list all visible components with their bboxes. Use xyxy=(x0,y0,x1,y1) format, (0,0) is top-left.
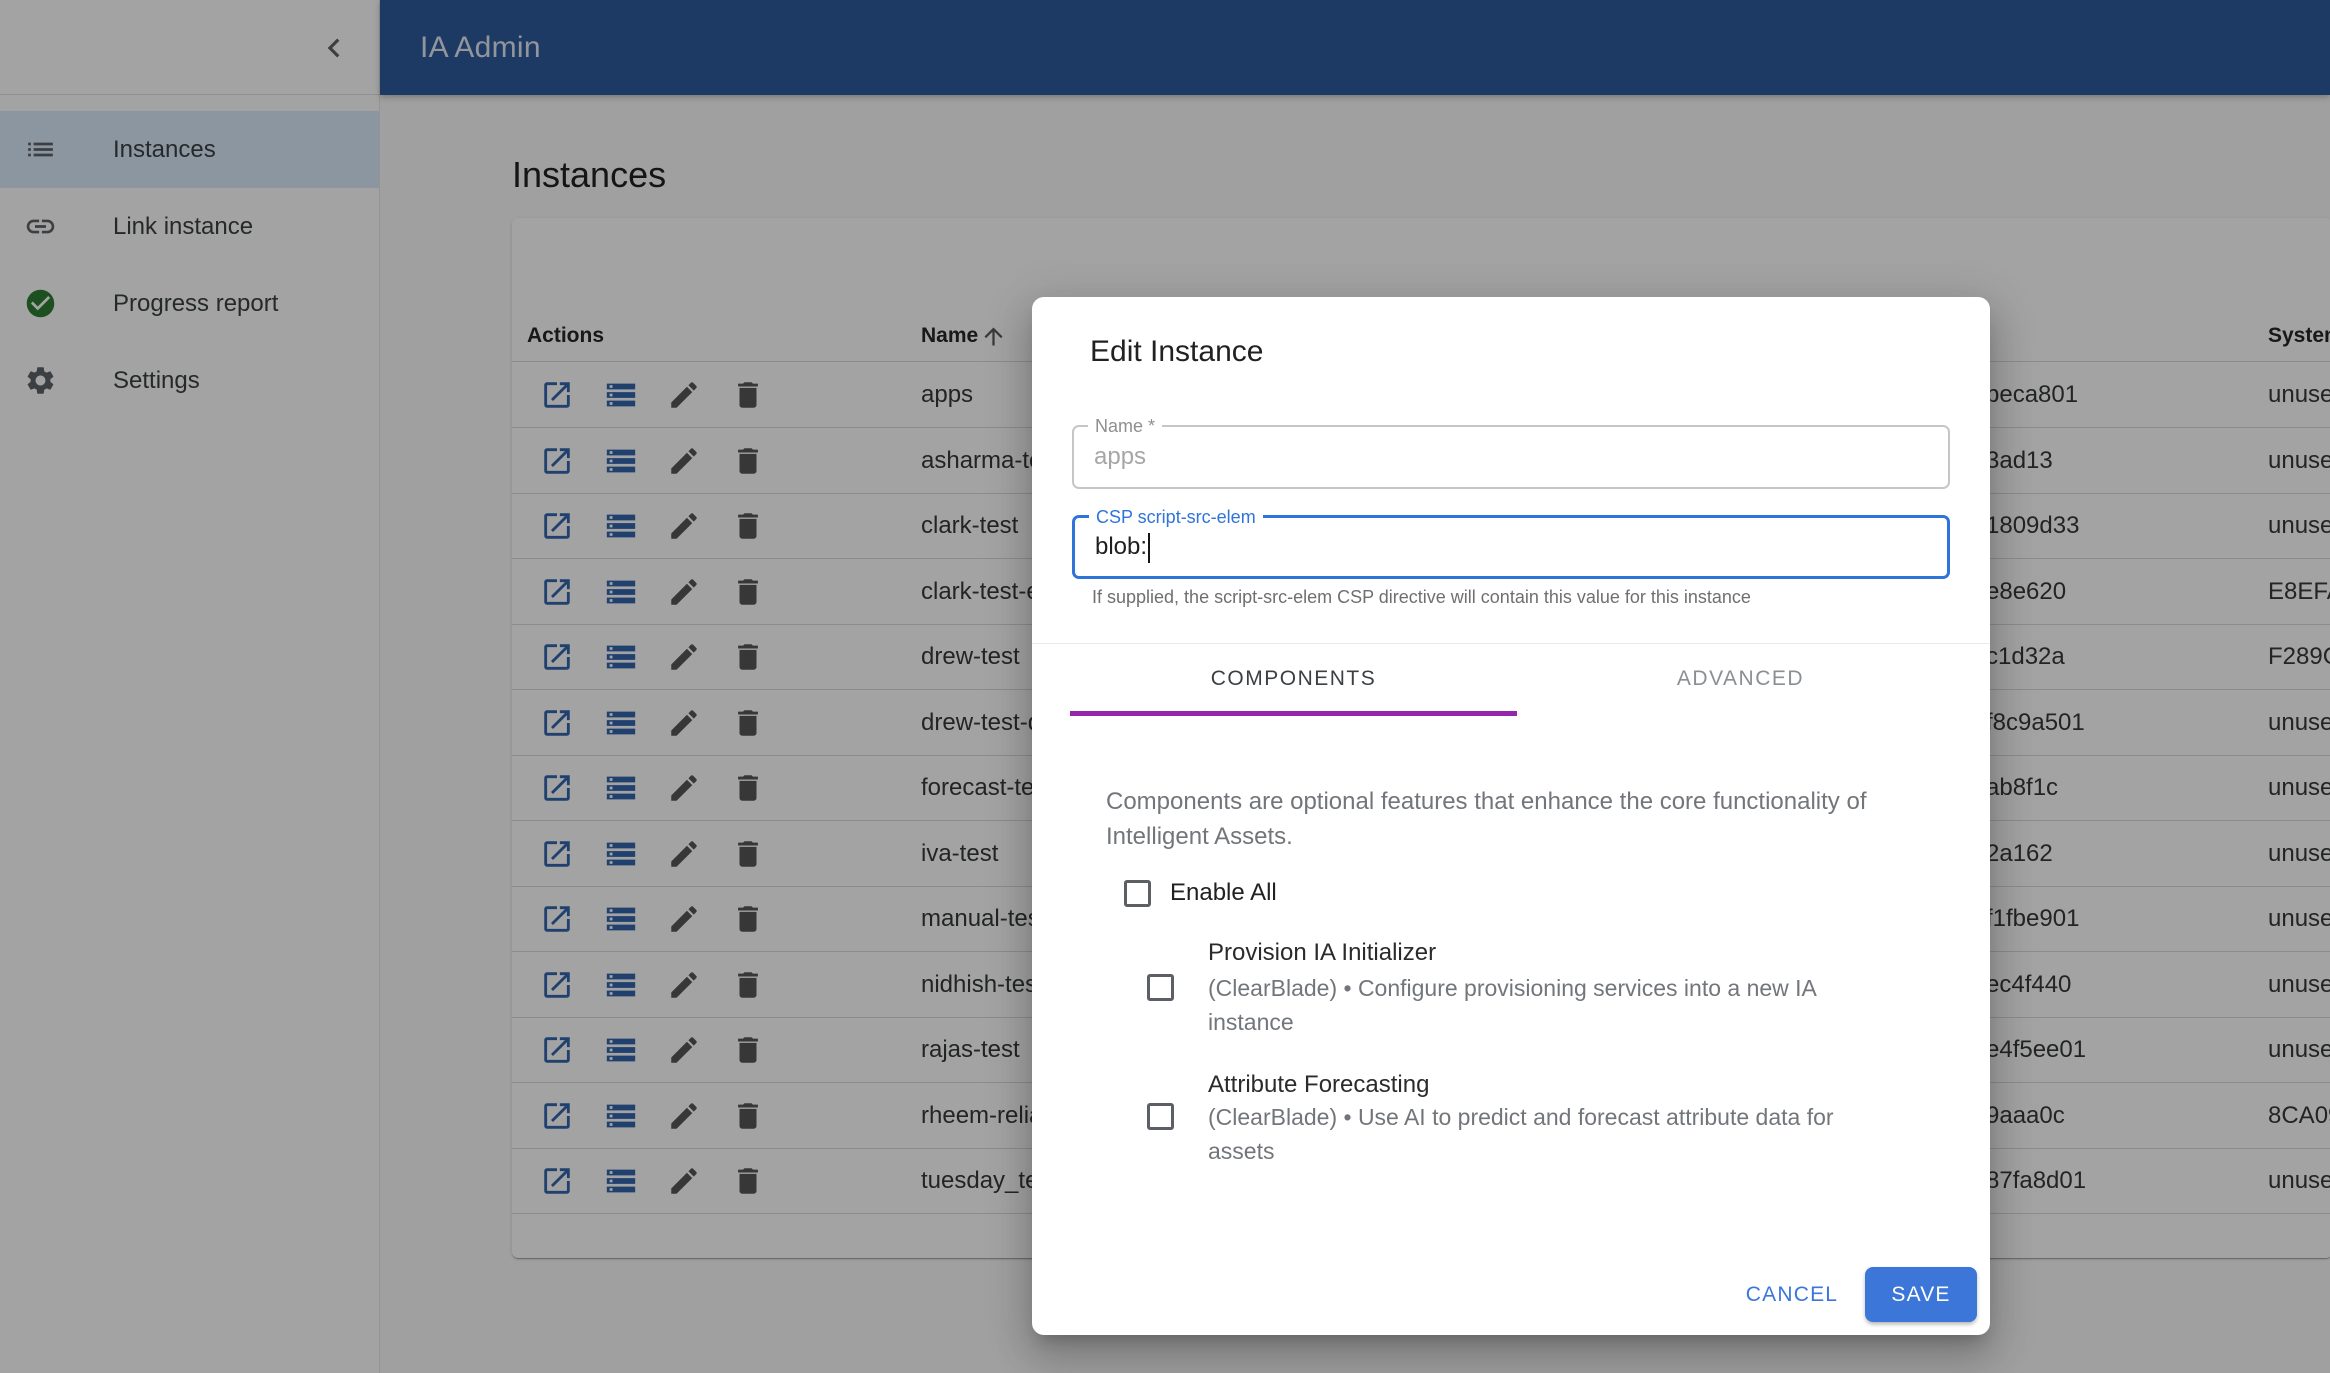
edit-instance-dialog: Edit Instance Name * apps CSP script-src… xyxy=(1032,297,1990,1335)
component-description: (ClearBlade) • Use AI to predict and for… xyxy=(1208,1100,1834,1168)
tab-advanced[interactable]: ADVANCED xyxy=(1517,646,1964,712)
component-title-attribute-forecasting: Attribute Forecasting xyxy=(1208,1069,1429,1101)
dialog-tabs: COMPONENTS ADVANCED xyxy=(1070,646,1964,712)
component-title-provision-ia-initializer: Provision IA Initializer xyxy=(1208,937,1436,969)
cancel-button[interactable]: CANCEL xyxy=(1730,1273,1854,1317)
name-field[interactable]: Name * apps xyxy=(1072,425,1950,489)
provision-ia-initializer-checkbox[interactable] xyxy=(1147,974,1174,1001)
component-description: (ClearBlade) • Configure provisioning se… xyxy=(1208,971,1817,1039)
text-caret xyxy=(1148,533,1150,563)
csp-field-label: CSP script-src-elem xyxy=(1089,506,1263,528)
save-button[interactable]: SAVE xyxy=(1865,1267,1977,1322)
dialog-title: Edit Instance xyxy=(1090,334,1263,370)
csp-helper-text: If supplied, the script-src-elem CSP dir… xyxy=(1092,587,1751,608)
tabs-divider xyxy=(1032,643,1990,644)
name-field-value: apps xyxy=(1074,427,1948,487)
active-tab-indicator xyxy=(1070,711,1517,716)
tab-components[interactable]: COMPONENTS xyxy=(1070,646,1517,712)
enable-all-label[interactable]: Enable All xyxy=(1170,877,1277,909)
components-description: Components are optional features that en… xyxy=(1106,784,1867,854)
enable-all-checkbox[interactable] xyxy=(1124,880,1151,907)
attribute-forecasting-checkbox[interactable] xyxy=(1147,1103,1174,1130)
name-field-label: Name * xyxy=(1088,415,1162,437)
csp-script-src-elem-field[interactable]: CSP script-src-elem blob: xyxy=(1072,515,1950,579)
